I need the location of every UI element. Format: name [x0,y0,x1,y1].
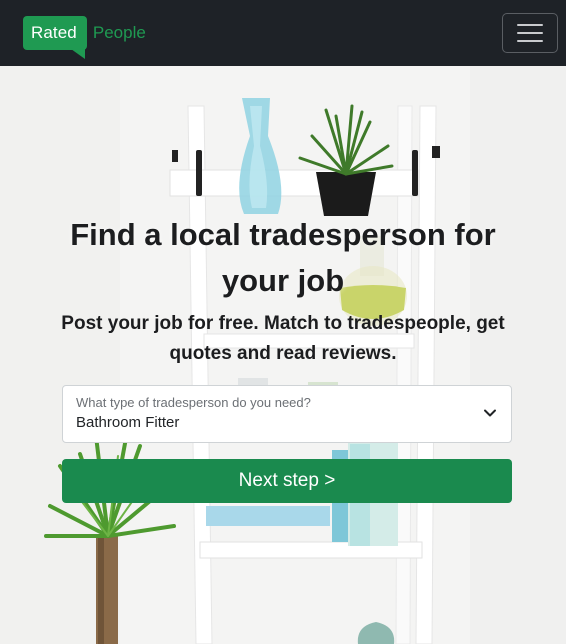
top-navbar: Rated People [0,0,566,66]
hero-subtitle: Post your job for free. Match to tradesp… [61,313,505,364]
tradesperson-select[interactable]: What type of tradesperson do you need? B… [62,385,512,443]
logo-rated-text: Rated [23,16,87,59]
logo-people-text: People [92,23,146,42]
hero-section: Find a local tradesperson for your job P… [0,66,566,644]
hamburger-menu-icon[interactable] [502,13,558,53]
menu-bar [517,40,543,42]
next-step-button[interactable]: Next step > [62,459,512,503]
page-title: Find a local tradesperson for your job [70,217,496,298]
site-logo[interactable]: Rated People [23,13,146,59]
menu-bar [517,24,543,26]
chevron-down-icon [484,409,496,417]
tradesperson-select-label: What type of tradesperson do you need? [76,395,311,410]
tradesperson-select-value: Bathroom Fitter [76,414,180,431]
menu-bar [517,32,543,34]
